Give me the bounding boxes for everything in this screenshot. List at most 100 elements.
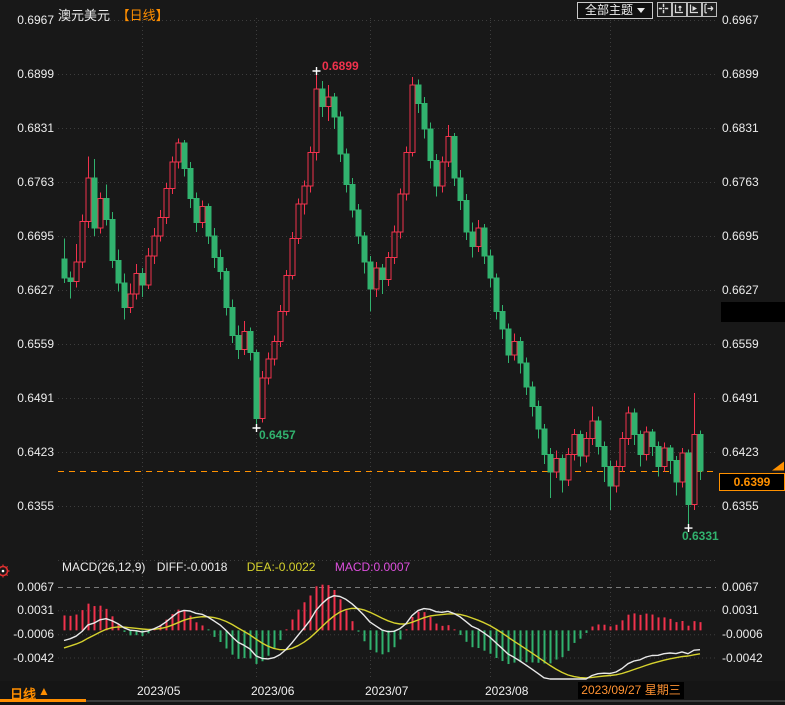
price-axis-label-left: 0.6491 — [6, 391, 54, 405]
candle — [380, 268, 385, 280]
tab-daily-period[interactable]: 日线 — [10, 684, 36, 703]
candle — [470, 232, 475, 246]
macd-axis-label-left: 0.0031 — [6, 603, 54, 617]
recent-low-label: 0.6331 — [682, 529, 719, 543]
price-axis-label-left: 0.6559 — [6, 337, 54, 351]
chart-canvas[interactable] — [0, 0, 785, 705]
candle — [332, 97, 337, 117]
candle — [308, 153, 313, 186]
page-title: 澳元美元 【日线】 — [58, 5, 169, 24]
candle — [158, 218, 163, 236]
symbol-name: 澳元美元 — [58, 8, 110, 23]
candle — [368, 262, 373, 289]
price-axis-label-right: 0.6967 — [722, 13, 770, 27]
price-axis-label-left: 0.6423 — [6, 445, 54, 459]
crosshair-icon — [658, 3, 669, 14]
indicator-header: MACD(26,12,9) DIFF:-0.0018 DEA:-0.0022 M… — [62, 560, 410, 574]
price-axis-label-right: 0.6763 — [722, 175, 770, 189]
candle — [200, 207, 205, 223]
candle — [422, 103, 427, 128]
candle — [668, 448, 673, 461]
chart-window: 澳元美元 【日线】 全部主题 0.69670.69670.68990.68990… — [0, 0, 785, 705]
candle — [134, 273, 139, 294]
window-switch-button[interactable] — [702, 2, 717, 17]
candle — [170, 162, 175, 188]
candle — [128, 294, 133, 308]
candle — [164, 188, 169, 217]
candle — [632, 413, 637, 434]
candle — [398, 194, 403, 232]
candle — [290, 238, 295, 275]
theme-dropdown[interactable]: 全部主题 — [577, 2, 653, 19]
candle — [614, 466, 619, 486]
candle — [272, 342, 277, 359]
candle — [560, 458, 565, 479]
y-axis-scale-icon — [673, 3, 684, 14]
theme-dropdown-label: 全部主题 — [585, 3, 633, 18]
candle — [650, 432, 655, 446]
macd-axis-label-right: 0.0067 — [722, 580, 770, 594]
chevron-down-icon — [637, 8, 645, 13]
candle — [140, 273, 145, 285]
x-axis-month-label: 2023/06 — [251, 684, 294, 698]
candle — [608, 466, 613, 486]
x-axis-scale-icon — [688, 3, 699, 14]
candle — [116, 261, 121, 283]
candle — [182, 143, 187, 168]
candle — [674, 461, 679, 482]
candle — [680, 453, 685, 482]
candle — [152, 236, 157, 256]
candle — [212, 236, 217, 257]
candle — [488, 256, 493, 278]
candle — [344, 154, 349, 184]
candle — [686, 453, 691, 505]
expand-up-arrow[interactable]: ▲ — [38, 684, 50, 698]
price-axis-label-right: 0.6559 — [722, 337, 770, 351]
candle — [512, 342, 517, 356]
price-axis-label-right: 0.6355 — [722, 499, 770, 513]
x-axis-scale-button[interactable] — [687, 2, 702, 17]
crosshair-tool-button[interactable] — [657, 2, 672, 17]
price-axis-label-left: 0.6763 — [6, 175, 54, 189]
candle — [554, 458, 559, 472]
diff-value: DIFF:-0.0018 — [157, 560, 228, 574]
candle — [434, 161, 439, 186]
candle — [146, 256, 151, 285]
period-low-label: 0.6457 — [259, 428, 296, 442]
candle — [314, 89, 319, 153]
candle — [206, 207, 211, 236]
candle — [602, 446, 607, 466]
indicator-marker-icon — [0, 564, 10, 578]
price-axis-label-left: 0.6967 — [6, 13, 54, 27]
candle — [542, 429, 547, 454]
candle — [584, 439, 589, 456]
candle — [98, 199, 103, 228]
candle — [374, 268, 379, 289]
macd-axis-label-right: 0.0031 — [722, 603, 770, 617]
extreme-marker-icon — [313, 67, 321, 75]
candle — [110, 219, 115, 260]
candle — [392, 232, 397, 257]
candle — [620, 439, 625, 467]
candle — [224, 272, 229, 308]
candle — [338, 117, 343, 154]
candle — [356, 210, 361, 236]
candle — [656, 446, 661, 466]
candle — [74, 262, 79, 281]
candle — [698, 435, 703, 472]
current-price-badge: 0.6399 — [719, 473, 785, 491]
candle — [62, 259, 67, 278]
candle — [596, 421, 601, 446]
price-axis-label-left: 0.6627 — [6, 283, 54, 297]
candle — [122, 283, 127, 308]
candle — [482, 228, 487, 256]
price-axis-label-left: 0.6899 — [6, 67, 54, 81]
candle — [566, 454, 571, 479]
candle — [176, 143, 181, 162]
price-axis-label-right: 0.6423 — [722, 445, 770, 459]
y-axis-scale-button[interactable] — [672, 2, 687, 17]
candle — [188, 169, 193, 199]
selected-date-label: 2023/09/27 星期三 — [578, 682, 684, 699]
candle — [440, 162, 445, 186]
bottom-divider — [0, 700, 785, 702]
